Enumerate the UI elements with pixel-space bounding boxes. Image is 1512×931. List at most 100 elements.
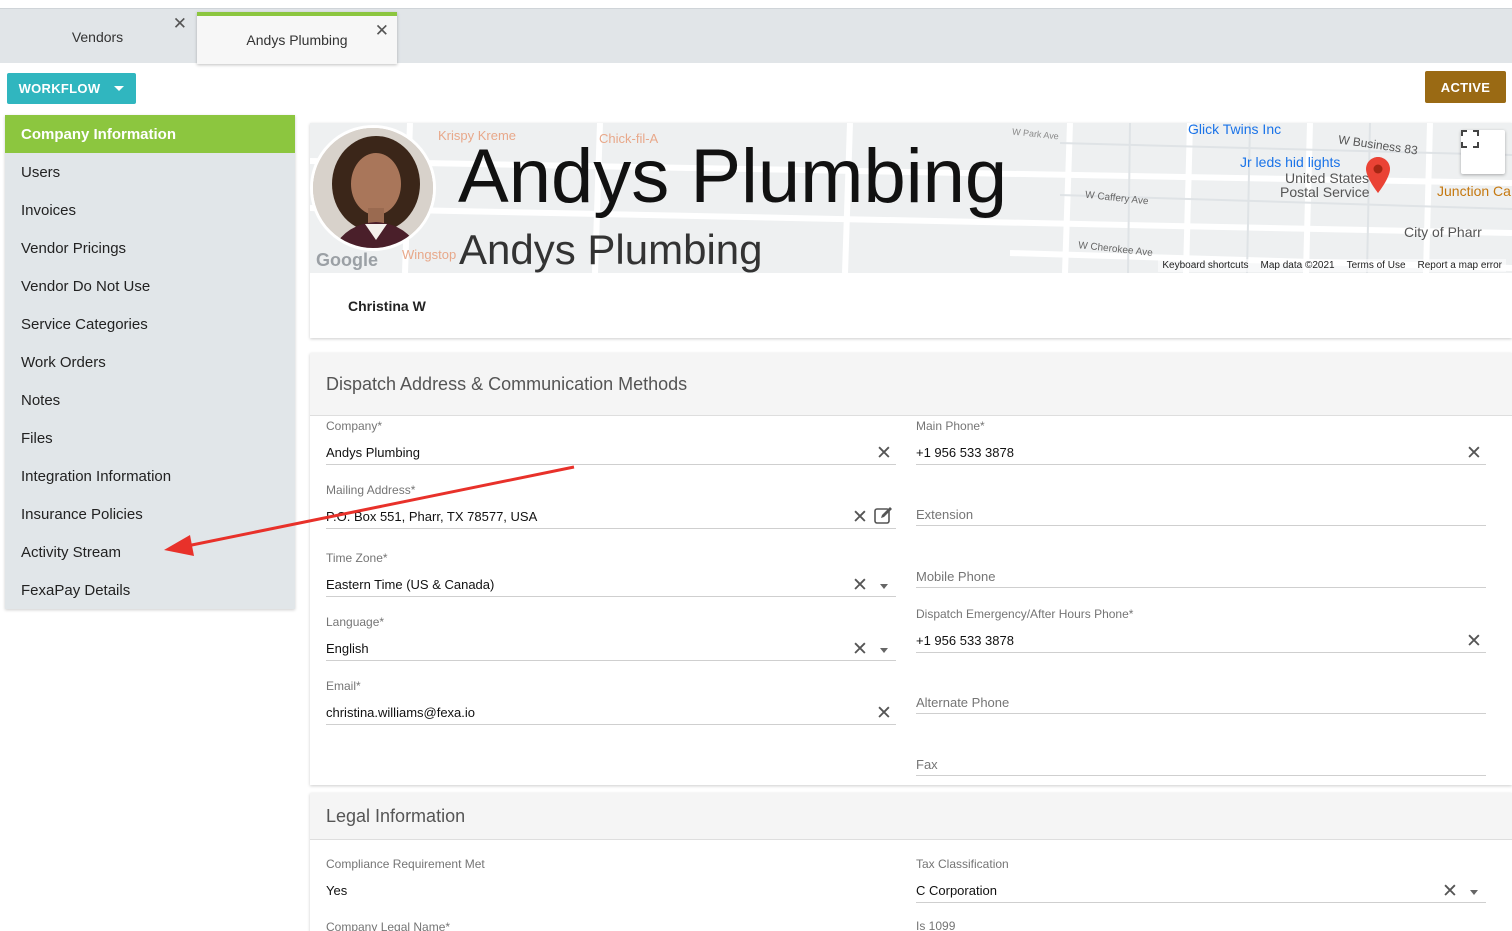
field-underline [326,464,896,465]
language-select[interactable]: English [326,641,896,656]
sidebar-item-label: Insurance Policies [21,505,143,523]
fax-field[interactable]: Fax [916,757,1486,772]
tab-label: Andys Plumbing [246,32,348,48]
legal-name-field: Company Legal Name* [326,920,896,931]
main-phone-field: Main Phone* +1 956 533 3878 [916,419,1486,460]
email-input[interactable]: christina.williams@fexa.io [326,705,896,720]
main-phone-input[interactable]: +1 956 533 3878 [916,445,1486,460]
chevron-down-icon[interactable] [880,584,888,589]
sidebar-item-insurance-policies[interactable]: Insurance Policies [5,495,295,533]
map-label: Junction Ca [1437,183,1511,199]
field-label: Company* [326,419,383,433]
field-label: Is 1099 [916,919,956,931]
tab-andys-plumbing[interactable]: Andys Plumbing ✕ [197,12,397,64]
company-field: Company* Andys Plumbing [326,419,896,460]
alternate-phone-field[interactable]: Alternate Phone [916,695,1486,710]
clear-icon[interactable]: ✕ [1466,444,1482,463]
emergency-phone-field: Dispatch Emergency/After Hours Phone* +1… [916,607,1486,648]
field-label: Main Phone* [916,419,985,433]
sidebar-item-notes[interactable]: Notes [5,381,295,419]
compliance-value: Yes [326,883,348,898]
map-footer: Keyboard shortcuts Map data ©2021 Terms … [1158,259,1506,272]
sidebar-item-files[interactable]: Files [5,419,295,457]
mobile-phone-field[interactable]: Mobile Phone [916,569,1486,584]
clear-icon[interactable]: ✕ [876,704,892,723]
map-report-error-link[interactable]: Report a map error [1418,260,1502,271]
clear-icon[interactable]: ✕ [852,508,868,527]
extension-input[interactable]: Extension [916,507,1486,522]
clear-icon[interactable]: ✕ [876,444,892,463]
field-label: Tax Classification [916,857,1009,871]
tab-vendors[interactable]: Vendors ✕ [0,9,195,64]
avatar [310,125,436,251]
field-label: Compliance Requirement Met [326,857,485,871]
field-label: Email* [326,679,361,693]
sidebar-item-work-orders[interactable]: Work Orders [5,343,295,381]
sidebar-item-label: Service Categories [21,315,148,333]
extension-field[interactable]: Extension [916,507,1486,522]
map-label: Glick Twins Inc [1188,123,1282,137]
map-keyboard-shortcuts-link[interactable]: Keyboard shortcuts [1162,260,1248,271]
contact-name: Christina W [348,298,426,314]
sidebar-item-users[interactable]: Users [5,153,295,191]
clear-icon[interactable]: ✕ [852,576,868,595]
sidebar-item-label: Activity Stream [21,543,122,561]
fullscreen-icon [1461,130,1479,148]
clear-icon[interactable]: ✕ [1466,632,1482,651]
vendor-header-card: Krispy Kreme Chick-fil-A Glick Twins Inc… [310,123,1512,338]
status-button[interactable]: ACTIVE [1425,71,1506,103]
field-underline [916,525,1486,526]
map-label: Jr leds hid lights [1240,154,1341,170]
edit-icon[interactable] [874,507,894,530]
sidebar-item-integration-information[interactable]: Integration Information [5,457,295,495]
time-zone-select[interactable]: Eastern Time (US & Canada) [326,577,896,592]
sidebar-item-label: Company Information [21,125,177,143]
sidebar-item-label: Vendor Do Not Use [21,277,151,295]
map-label: Postal Service [1280,184,1370,200]
sidebar-item-fexapay-details[interactable]: FexaPay Details [5,571,295,609]
sidebar-item-activity-stream[interactable]: Activity Stream [5,533,295,571]
sidebar-item-label: Invoices [21,201,77,219]
map-label: Wingstop [402,247,457,262]
map-label: City of Pharr [1404,224,1482,240]
field-label: Mailing Address* [326,483,416,497]
vendor-title: Andys Plumbing [458,134,1008,219]
sidebar-item-service-categories[interactable]: Service Categories [5,305,295,343]
fullscreen-button[interactable] [1461,130,1505,174]
sidebar-item-vendor-pricings[interactable]: Vendor Pricings [5,229,295,267]
sidebar-item-label: Files [21,429,53,447]
close-icon[interactable]: ✕ [375,22,389,39]
language-field: Language* English [326,615,896,656]
chevron-down-icon[interactable] [1470,890,1478,895]
field-underline [916,587,1486,588]
sidebar-item-vendor-do-not-use[interactable]: Vendor Do Not Use [5,267,295,305]
status-label: ACTIVE [1440,79,1491,95]
close-icon[interactable]: ✕ [173,15,187,32]
time-zone-field: Time Zone* Eastern Time (US & Canada) [326,551,896,592]
field-label: Dispatch Emergency/After Hours Phone* [916,607,1134,621]
sidebar-item-label: Vendor Pricings [21,239,127,257]
map-terms-link[interactable]: Terms of Use [1347,260,1406,271]
sidebar-item-invoices[interactable]: Invoices [5,191,295,229]
workflow-button[interactable]: WORKFLOW [7,73,136,104]
field-underline [916,713,1486,714]
tax-classification-select[interactable]: C Corporation [916,883,1486,898]
sidebar-item-company-information[interactable]: Company Information [5,115,295,153]
mailing-address-input[interactable]: P.O. Box 551, Pharr, TX 78577, USA [326,509,896,524]
compliance-field: Compliance Requirement Met Yes [326,857,896,898]
field-underline [916,652,1486,653]
emergency-phone-input[interactable]: +1 956 533 3878 [916,633,1486,648]
clear-icon[interactable]: ✕ [852,640,868,659]
field-underline [916,902,1486,903]
sidebar-item-label: Users [21,163,61,181]
mobile-phone-input[interactable]: Mobile Phone [916,569,1486,584]
sidebar-item-label: FexaPay Details [21,581,131,599]
tab-label: Vendors [71,28,124,45]
legal-section: Legal Information Compliance Requirement… [310,793,1512,931]
company-input[interactable]: Andys Plumbing [326,445,896,460]
sidebar-item-label: Integration Information [21,467,172,485]
clear-icon[interactable]: ✕ [1442,882,1458,901]
chevron-down-icon[interactable] [880,648,888,653]
fax-input[interactable]: Fax [916,757,1486,772]
alternate-phone-input[interactable]: Alternate Phone [916,695,1486,710]
